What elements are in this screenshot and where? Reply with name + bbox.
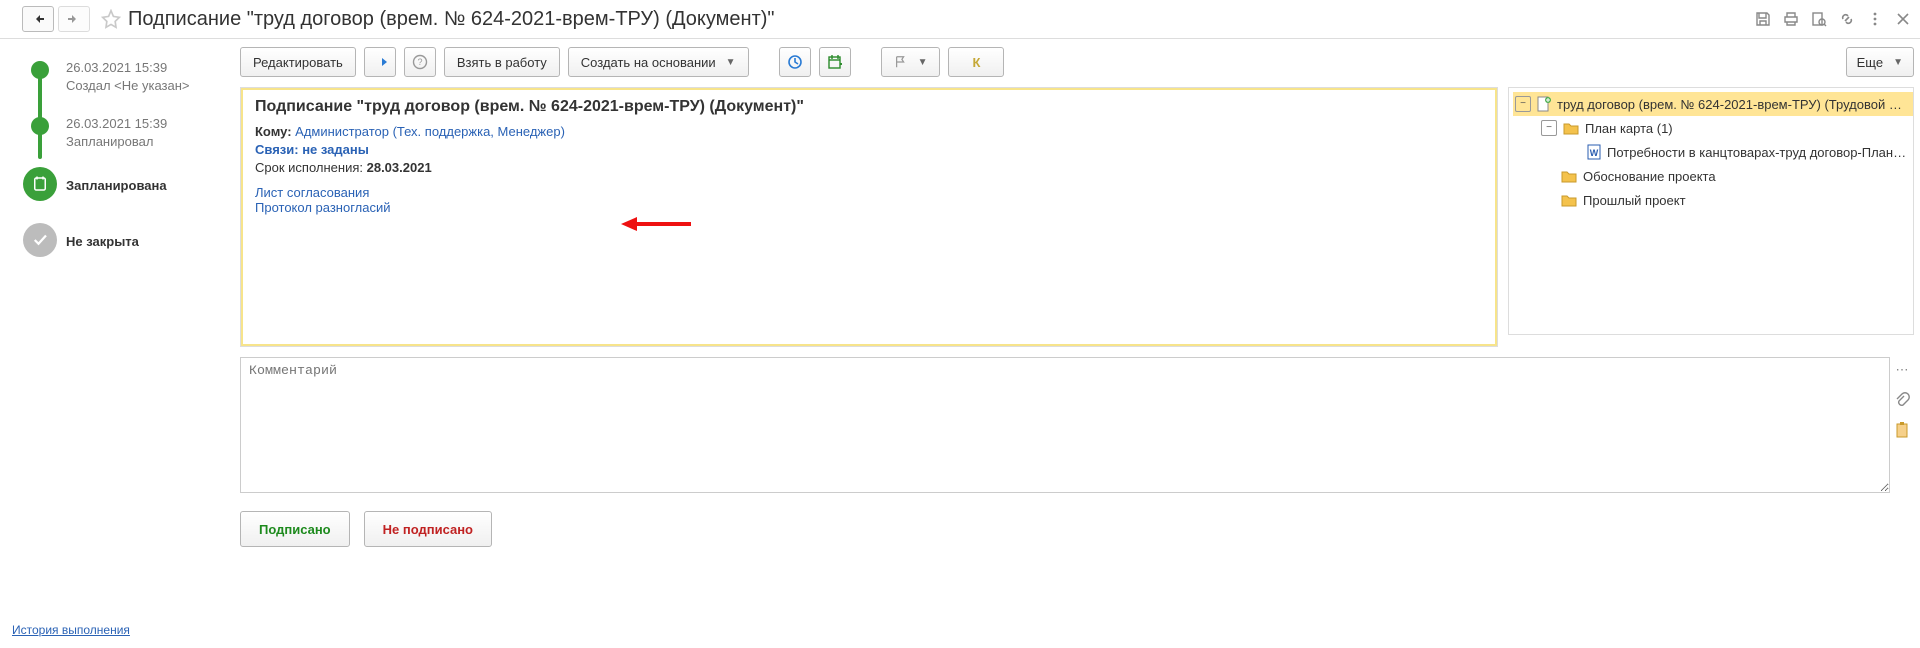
tree-collapse-icon[interactable]: − (1541, 120, 1557, 136)
chevron-down-icon: ▼ (726, 57, 736, 68)
timeline-dot-icon (31, 61, 49, 79)
timeline-dot-icon (31, 117, 49, 135)
to-line: Кому: Администратор (Тех. поддержка, Мен… (255, 124, 1483, 139)
comment-side-icons: ⋯ (1890, 357, 1914, 493)
timeline-date: 26.03.2021 15:39 (66, 59, 232, 77)
deadline-value: 28.03.2021 (367, 160, 432, 175)
edit-button[interactable]: Редактировать (240, 47, 356, 77)
tree-collapse-icon[interactable]: − (1515, 96, 1531, 112)
attachments-tree: − труд договор (врем. № 624-2021-врем-ТР… (1508, 87, 1914, 335)
back-button[interactable] (22, 6, 54, 32)
word-icon: W (1587, 144, 1601, 160)
timeline-item: 26.03.2021 15:39 Создал <Не указан> (20, 59, 232, 95)
create-on-base-label: Создать на основании (581, 55, 716, 70)
k-button[interactable]: К (948, 47, 1004, 77)
tree-item-folder[interactable]: Прошлый проект (1513, 188, 1913, 212)
history-link[interactable]: История выполнения (12, 623, 130, 637)
comment-input[interactable] (240, 357, 1890, 493)
clock-button[interactable] (779, 47, 811, 77)
expand-icon[interactable]: ⋯ (1893, 361, 1911, 379)
chevron-down-icon: ▼ (918, 57, 928, 68)
annotation-arrow-icon (621, 214, 691, 234)
tree-label: труд договор (врем. № 624-2021-врем-ТРУ)… (1557, 97, 1909, 112)
not-closed-icon (23, 223, 57, 257)
relations-line[interactable]: Связи: не заданы (255, 142, 1483, 157)
flag-icon (894, 55, 908, 69)
task-heading: Подписание "труд договор (врем. № 624-20… (255, 98, 1483, 116)
more-button[interactable]: Еще ▼ (1846, 47, 1914, 77)
timeline-panel: 26.03.2021 15:39 Создал <Не указан> 26.0… (0, 39, 240, 648)
timeline-label: Запланировал (66, 133, 232, 151)
approval-sheet-link[interactable]: Лист согласования (255, 185, 369, 200)
clipboard-icon[interactable] (1893, 421, 1911, 439)
favorite-star[interactable] (100, 8, 122, 30)
question-icon: ? (412, 54, 428, 70)
timeline-item: Запланирована (20, 171, 232, 207)
save-icon[interactable] (1754, 10, 1772, 28)
calendar-plus-icon (827, 54, 843, 70)
arrow-blue-icon (372, 54, 388, 70)
signed-button[interactable]: Подписано (240, 511, 350, 547)
planned-icon (23, 167, 57, 201)
chevron-down-icon: ▼ (1893, 57, 1903, 68)
more-label: Еще (1857, 55, 1883, 70)
more-vert-icon[interactable] (1866, 10, 1884, 28)
folder-icon (1561, 169, 1577, 183)
link-icon[interactable] (1838, 10, 1856, 28)
task-info-panel: Подписание "труд договор (врем. № 624-20… (240, 87, 1498, 347)
tree-item-file[interactable]: W Потребности в канцтоварах-труд договор… (1513, 140, 1913, 164)
titlebar: Подписание "труд договор (врем. № 624-20… (0, 0, 1920, 39)
print-icon[interactable] (1782, 10, 1800, 28)
help-button[interactable]: ? (404, 47, 436, 77)
forward-button[interactable] (58, 6, 90, 32)
deadline-label: Срок исполнения: (255, 160, 363, 175)
document-new-icon (1537, 96, 1551, 112)
flag-dropdown[interactable]: ▼ (881, 47, 941, 77)
page-title: Подписание "труд договор (врем. № 624-20… (128, 8, 1754, 31)
arrow-left-icon (31, 12, 45, 26)
not-signed-button[interactable]: Не подписано (364, 511, 492, 547)
timeline-label: Создал <Не указан> (66, 77, 232, 95)
tree-label: Обоснование проекта (1583, 169, 1716, 184)
protocol-link[interactable]: Протокол разногласий (255, 200, 391, 215)
timeline-item: Не закрыта (20, 227, 232, 263)
tree-item-folder[interactable]: Обоснование проекта (1513, 164, 1913, 188)
preview-icon[interactable] (1810, 10, 1828, 28)
to-value[interactable]: Администратор (Тех. поддержка, Менеджер) (295, 124, 565, 139)
calendar-add-button[interactable] (819, 47, 851, 77)
tree-label: Прошлый проект (1583, 193, 1686, 208)
create-on-base-button[interactable]: Создать на основании ▼ (568, 47, 749, 77)
forward-task-button[interactable] (364, 47, 396, 77)
timeline-planned: Запланирована (66, 171, 232, 195)
folder-icon (1563, 121, 1579, 135)
tree-item-folder[interactable]: − План карта (1) (1513, 116, 1913, 140)
arrow-right-icon (67, 12, 81, 26)
attach-icon[interactable] (1893, 391, 1911, 409)
timeline-not-closed: Не закрыта (66, 227, 232, 251)
folder-icon (1561, 193, 1577, 207)
close-icon[interactable] (1894, 10, 1912, 28)
star-icon (101, 9, 121, 29)
nav-buttons (22, 6, 90, 32)
svg-text:?: ? (417, 57, 422, 67)
titlebar-actions (1754, 10, 1912, 28)
deadline-line: Срок исполнения: 28.03.2021 (255, 160, 1483, 175)
timeline-date: 26.03.2021 15:39 (66, 115, 232, 133)
svg-text:W: W (1590, 148, 1599, 158)
take-to-work-button[interactable]: Взять в работу (444, 47, 560, 77)
to-label: Кому: (255, 124, 292, 139)
tree-item-root[interactable]: − труд договор (врем. № 624-2021-врем-ТР… (1513, 92, 1913, 116)
toolbar: Редактировать ? Взять в работу Создать н… (240, 43, 1914, 87)
main-panel: Редактировать ? Взять в работу Создать н… (240, 39, 1920, 648)
tree-label: План карта (1) (1585, 121, 1673, 136)
footer-buttons: Подписано Не подписано (240, 493, 1914, 547)
tree-label: Потребности в канцтоварах-труд договор-П… (1607, 145, 1909, 160)
clock-icon (787, 54, 803, 70)
timeline-item: 26.03.2021 15:39 Запланировал (20, 115, 232, 151)
